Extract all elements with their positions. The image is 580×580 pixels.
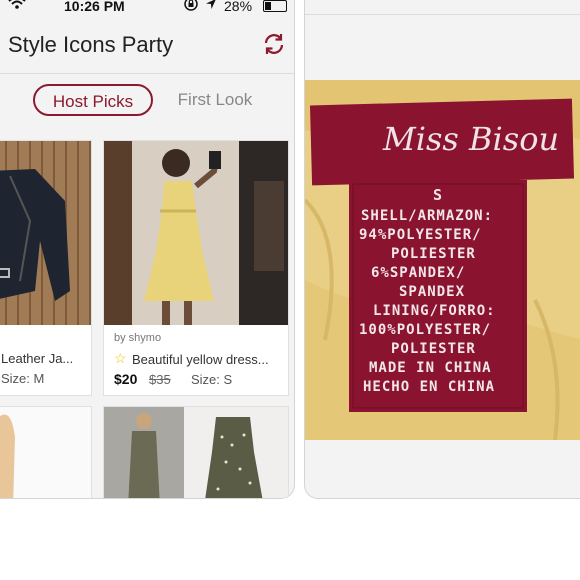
tab-host-picks[interactable]: Host Picks — [33, 84, 153, 116]
star-icon: ☆ — [114, 350, 127, 366]
listing-card-leather-jacket[interactable]: Leather Ja... Size: M — [0, 140, 92, 396]
listing-card-polka-dress[interactable] — [103, 406, 289, 498]
label-line: 94%POLYESTER/ — [359, 227, 482, 243]
listing-size: Size: M — [1, 371, 45, 386]
label-line: 100%POLYESTER/ — [359, 322, 492, 338]
status-bar: 10:26 PM 28% — [0, 0, 294, 16]
rotation-lock-icon — [184, 0, 198, 14]
label-line: SPANDEX — [399, 284, 466, 300]
listing-seller: by shymo — [114, 332, 162, 344]
listing-title: Leather Ja... — [1, 351, 74, 366]
tab-first-look[interactable]: First Look — [170, 84, 260, 116]
clothing-label-photo: Miss Bisou S SHELL/ARMAZON: 94%POLYESTER… — [305, 80, 580, 440]
app-screen: 10:26 PM 28% Style Icons Party Host Pick… — [0, 0, 295, 499]
wifi-icon — [8, 0, 26, 13]
label-line: SHELL/ARMAZON: — [361, 208, 494, 224]
page-title: Style Icons Party — [8, 32, 174, 57]
listing-image — [0, 407, 91, 498]
listing-image — [104, 141, 288, 325]
refresh-icon[interactable] — [262, 32, 286, 56]
listing-size: Size: S — [191, 372, 233, 387]
listing-title: Beautiful yellow dress... — [132, 352, 269, 367]
listing-card-partial[interactable] — [0, 406, 92, 498]
listing-card-yellow-dress[interactable]: by shymo ☆ Beautiful yellow dress... $20… — [103, 140, 289, 396]
label-line: LINING/FORRO: — [373, 303, 496, 319]
label-line: MADE IN CHINA — [369, 360, 492, 376]
brand-logo: Miss Bisou — [383, 120, 560, 158]
status-time: 10:26 PM — [64, 0, 125, 14]
label-line: HECHO EN CHINA — [363, 379, 496, 395]
photo-viewer: Miss Bisou S SHELL/ARMAZON: 94%POLYESTER… — [304, 0, 580, 499]
battery-percent: 28% — [224, 0, 253, 14]
label-line: POLIESTER — [391, 341, 476, 357]
viewer-divider — [305, 14, 580, 15]
label-line: 6%SPANDEX/ — [371, 265, 466, 281]
location-arrow-icon — [205, 0, 217, 13]
listing-price: $20 — [114, 371, 138, 387]
listing-image — [0, 141, 91, 325]
listing-image — [104, 407, 288, 498]
label-line: POLIESTER — [391, 246, 476, 262]
header-divider — [0, 73, 294, 74]
label-size: S — [433, 186, 444, 204]
battery-icon — [263, 0, 287, 12]
listing-original-price: $35 — [149, 372, 171, 387]
